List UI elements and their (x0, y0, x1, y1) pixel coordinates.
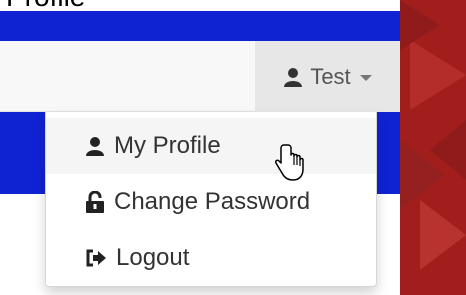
user-menu-label: Test (310, 63, 351, 89)
menu-item-change-password[interactable]: Change Password (46, 174, 376, 230)
unlock-icon (85, 191, 105, 213)
caret-down-icon (359, 75, 372, 81)
user-icon (85, 136, 105, 156)
triangle-pattern (400, 0, 466, 270)
sign-out-icon (85, 248, 107, 268)
top-blue-bar (0, 11, 400, 41)
menu-item-label: My Profile (114, 132, 221, 159)
hand-cursor-icon (275, 144, 304, 181)
user-dropdown-menu: My Profile Change Password Logout (45, 112, 377, 287)
user-icon (283, 67, 303, 87)
menu-item-label: Change Password (114, 188, 311, 215)
page-caption: Profile (6, 0, 85, 11)
menu-item-logout[interactable]: Logout (46, 230, 376, 286)
user-menu-toggle[interactable]: Test (255, 41, 400, 112)
menu-item-label: Logout (116, 244, 190, 271)
decorative-background (400, 0, 466, 295)
menu-item-my-profile[interactable]: My Profile (46, 118, 376, 174)
